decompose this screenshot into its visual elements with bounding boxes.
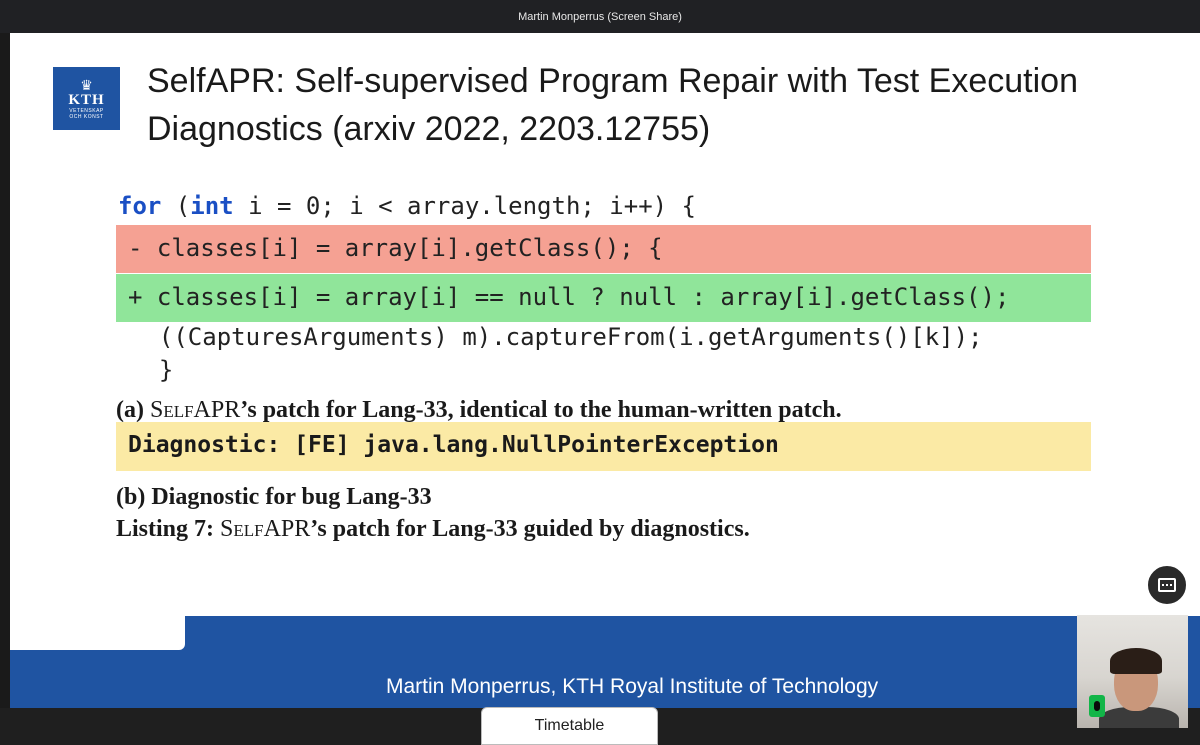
microphone-on-icon[interactable] [1089,695,1105,717]
slide: ♛ KTH VETENSKAP OCH KONST SelfAPR: Self-… [10,33,1200,708]
diagnostic-text: Diagnostic: [FE] java.lang.NullPointerEx… [128,432,779,458]
window-title: Martin Monperrus (Screen Share) [518,10,682,23]
added-line-highlight: + classes[i] = array[i] == null ? null :… [116,274,1091,322]
code-line-1: for (int i = 0; i < array.length; i++) { [118,192,696,220]
added-code-line: + classes[i] = array[i] == null ? null :… [128,283,1010,311]
removed-line-highlight: - classes[i] = array[i].getClass(); { [116,225,1091,273]
screen-share-title-bar: Martin Monperrus (Screen Share) [0,0,1200,33]
presentation-button[interactable] [1146,564,1188,606]
participant-hair [1110,648,1162,674]
timetable-label: Timetable [534,717,605,734]
slide-title: SelfAPR: Self-supervised Program Repair … [147,62,1078,148]
footer-text: Martin Monperrus, KTH Royal Institute of… [386,675,879,698]
listing-caption: Listing 7: SelfAPR’s patch for Lang-33 g… [116,516,750,542]
participant-video-tile[interactable] [1077,615,1188,728]
kth-logo: ♛ KTH VETENSKAP OCH KONST [53,67,120,130]
code-line-5: } [130,356,174,384]
caption-b: (b) Diagnostic for bug Lang-33 [116,484,432,510]
removed-code-line: - classes[i] = array[i].getClass(); { [128,234,663,262]
crown-icon: ♛ [80,76,93,93]
timetable-button[interactable]: Timetable [481,707,658,745]
diagnostic-box: Diagnostic: [FE] java.lang.NullPointerEx… [116,422,1091,471]
footer-tab-notch [10,616,185,650]
presentation-screen-icon [1158,578,1176,592]
code-line-4: ((CapturesArguments) m).captureFrom(i.ge… [130,323,983,351]
caption-a: (a) SelfAPR’s patch for Lang-33, identic… [116,397,842,423]
